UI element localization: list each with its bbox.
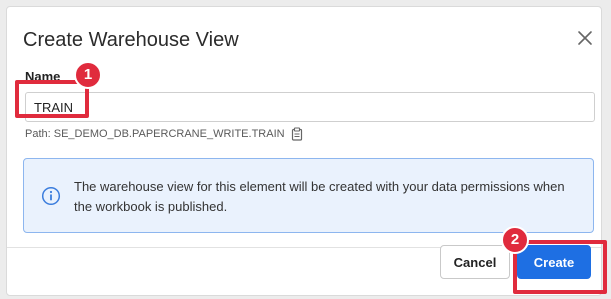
create-button-highlight [513, 240, 607, 294]
info-banner: The warehouse view for this element will… [23, 158, 594, 233]
info-message: The warehouse view for this element will… [74, 179, 565, 214]
step-2-badge: 2 [501, 226, 529, 254]
dialog-title: Create Warehouse View [23, 29, 239, 51]
close-icon[interactable] [574, 27, 596, 49]
name-input-highlight [15, 80, 89, 118]
clipboard-icon[interactable] [291, 127, 303, 141]
name-input[interactable] [25, 92, 595, 122]
path-row: Path: SE_DEMO_DB.PAPERCRANE_WRITE.TRAIN [25, 127, 303, 141]
path-text: Path: SE_DEMO_DB.PAPERCRANE_WRITE.TRAIN [25, 128, 285, 140]
step-1-badge: 1 [74, 61, 102, 89]
cancel-button[interactable]: Cancel [440, 245, 510, 279]
info-icon [41, 186, 61, 206]
